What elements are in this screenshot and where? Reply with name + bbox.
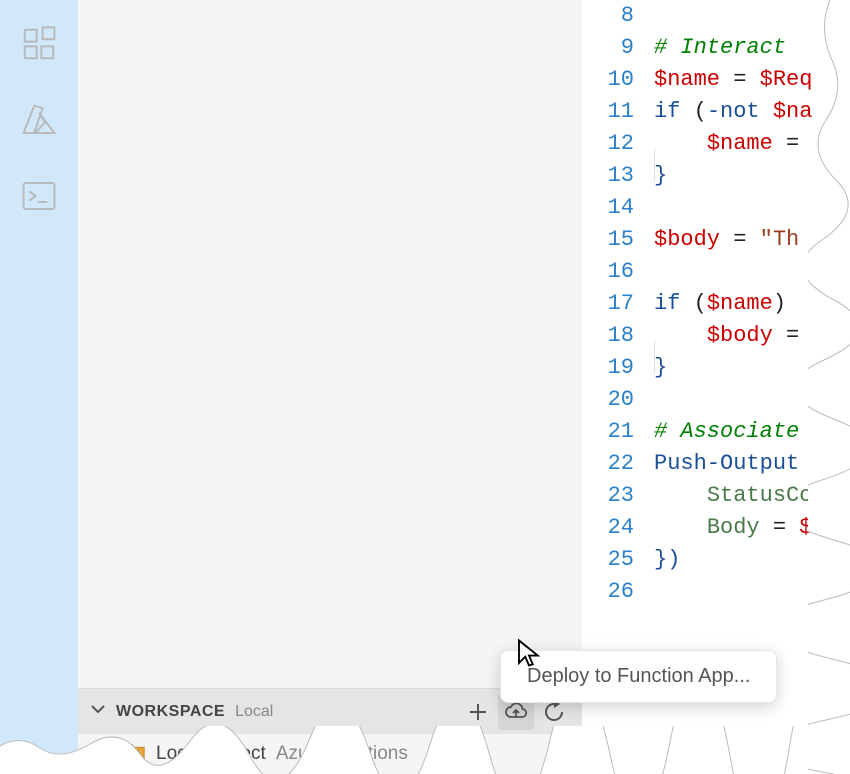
- code-line[interactable]: 17if ($name): [582, 288, 850, 320]
- workspace-title: WORKSPACE: [116, 703, 225, 721]
- line-content: $body =: [654, 320, 799, 352]
- line-number: 23: [582, 480, 654, 512]
- tooltip-text: Deploy to Function App...: [527, 665, 750, 687]
- code-line[interactable]: 25}): [582, 544, 850, 576]
- code-line[interactable]: 24 Body = $: [582, 512, 850, 544]
- line-content: $body = "Th: [654, 224, 799, 256]
- code-line[interactable]: 8: [582, 0, 850, 32]
- line-content: }): [654, 544, 680, 576]
- line-number: 24: [582, 512, 654, 544]
- terminal-icon[interactable]: [15, 172, 63, 220]
- folder-functions-icon: [124, 740, 146, 768]
- line-content: Push-Output: [654, 448, 799, 480]
- chevron-down-icon: [90, 701, 106, 722]
- line-content: Body = $: [654, 512, 812, 544]
- line-content: # Associate: [654, 416, 799, 448]
- code-line[interactable]: 21# Associate: [582, 416, 850, 448]
- chevron-right-icon: [98, 743, 112, 765]
- code-line[interactable]: 18 $body =: [582, 320, 850, 352]
- code-line[interactable]: 15$body = "Th: [582, 224, 850, 256]
- code-line[interactable]: 22Push-Output: [582, 448, 850, 480]
- line-content: if (-not $na: [654, 96, 812, 128]
- code-line[interactable]: 26: [582, 576, 850, 608]
- line-number: 11: [582, 96, 654, 128]
- code-line[interactable]: 23 StatusCo: [582, 480, 850, 512]
- code-line[interactable]: 12 $name =: [582, 128, 850, 160]
- line-content: }: [654, 160, 667, 192]
- deploy-tooltip[interactable]: Deploy to Function App...: [500, 650, 777, 703]
- line-number: 14: [582, 192, 654, 224]
- code-line[interactable]: 13}: [582, 160, 850, 192]
- line-number: 18: [582, 320, 654, 352]
- line-number: 22: [582, 448, 654, 480]
- line-number: 19: [582, 352, 654, 384]
- line-number: 12: [582, 128, 654, 160]
- workspace-subtitle: Local: [235, 703, 273, 721]
- line-number: 16: [582, 256, 654, 288]
- activity-bar: [0, 0, 78, 774]
- code-line[interactable]: 9# Interact: [582, 32, 850, 64]
- azure-icon[interactable]: [15, 96, 63, 144]
- code-line[interactable]: 11if (-not $na: [582, 96, 850, 128]
- code-line[interactable]: 14: [582, 192, 850, 224]
- side-panel-empty-area: [78, 0, 582, 688]
- line-number: 9: [582, 32, 654, 64]
- tree-item-local-project[interactable]: Local Project AzureFunctions: [78, 734, 582, 774]
- line-content: StatusCo: [654, 480, 812, 512]
- extensions-icon[interactable]: [15, 20, 63, 68]
- line-number: 10: [582, 64, 654, 96]
- add-button[interactable]: [460, 694, 496, 730]
- line-number: 21: [582, 416, 654, 448]
- project-name: Local Project: [156, 743, 266, 765]
- code-line[interactable]: 10$name = $Req: [582, 64, 850, 96]
- project-description: AzureFunctions: [276, 743, 408, 765]
- line-number: 26: [582, 576, 654, 608]
- line-content: }: [654, 352, 667, 384]
- code-line[interactable]: 20: [582, 384, 850, 416]
- line-content: $name =: [654, 128, 812, 160]
- line-number: 17: [582, 288, 654, 320]
- line-number: 15: [582, 224, 654, 256]
- code-line[interactable]: 16: [582, 256, 850, 288]
- line-number: 8: [582, 0, 654, 32]
- line-number: 25: [582, 544, 654, 576]
- code-line[interactable]: 19}: [582, 352, 850, 384]
- line-number: 20: [582, 384, 654, 416]
- line-number: 13: [582, 160, 654, 192]
- line-content: $name = $Req: [654, 64, 812, 96]
- line-content: # Interact: [654, 32, 799, 64]
- line-content: if ($name): [654, 288, 799, 320]
